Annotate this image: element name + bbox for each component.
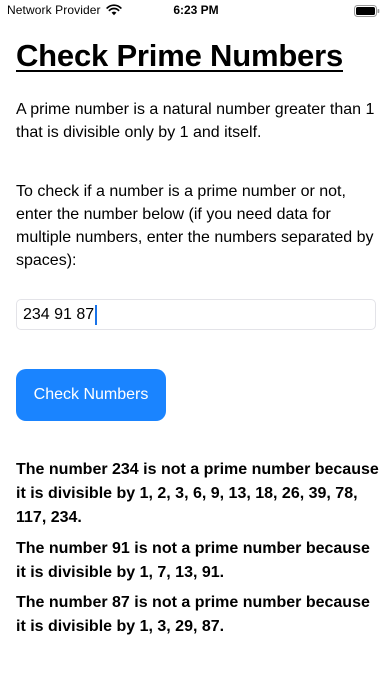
status-bar: Network Provider 6:23 PM — [0, 0, 392, 22]
numbers-input[interactable]: 234 91 87 — [16, 299, 376, 330]
instructions-text: To check if a number is a prime number o… — [16, 183, 374, 269]
battery-icon — [354, 5, 380, 17]
text-caret — [95, 304, 98, 325]
status-time: 6:23 PM — [173, 3, 219, 17]
check-numbers-button[interactable]: Check Numbers — [16, 369, 166, 421]
result-text: The number 87 is not a prime number beca… — [16, 594, 370, 635]
intro-text: A prime number is a natural number great… — [16, 101, 375, 141]
result-text: The number 91 is not a prime number beca… — [16, 540, 370, 581]
numbers-input-value: 234 91 87 — [23, 305, 95, 323]
result-text: The number 234 is not a prime number bec… — [16, 461, 379, 526]
page-title: Check Prime Numbers — [16, 38, 343, 73]
